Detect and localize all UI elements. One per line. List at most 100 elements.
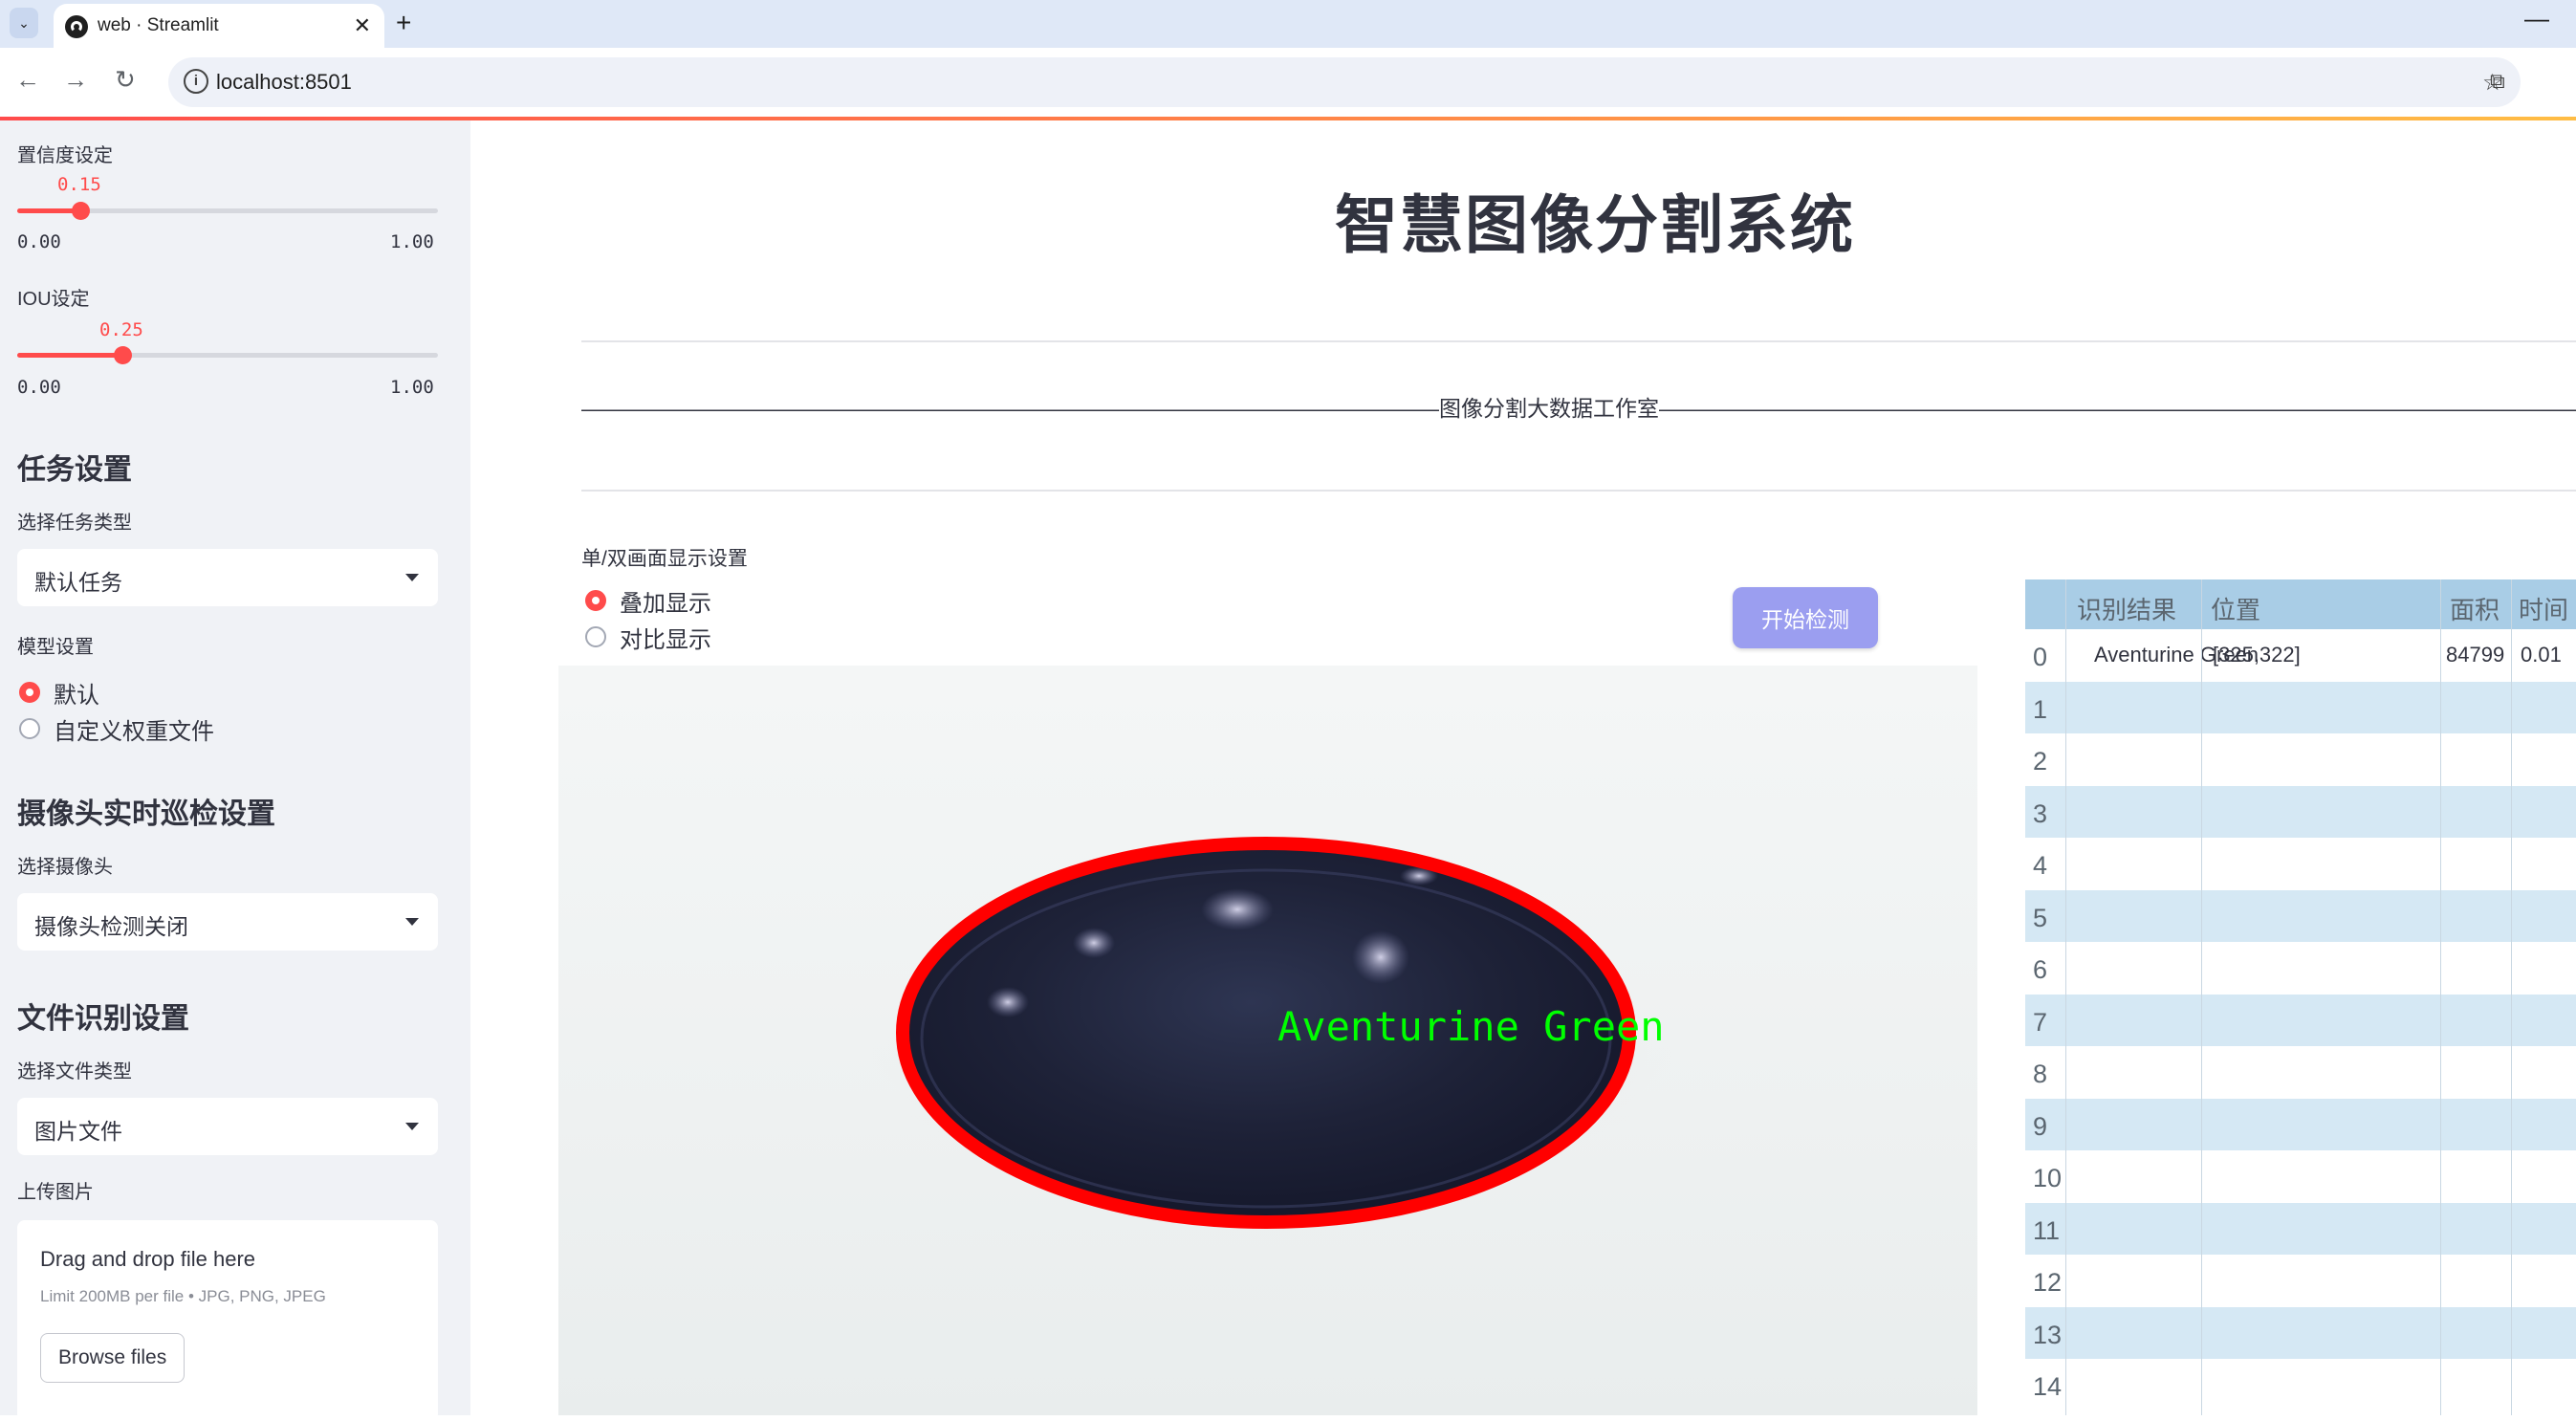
chevron-down-icon (405, 918, 419, 926)
row-index: 9 (2033, 1111, 2048, 1141)
row-index: 3 (2033, 798, 2048, 828)
column-divider (2065, 579, 2066, 1415)
table-header: 识别结果 位置 面积 时间 (2025, 579, 2576, 629)
confidence-min: 0.00 (17, 231, 61, 252)
table-row[interactable]: 10 (2025, 1150, 2576, 1202)
row-index: 7 (2033, 1007, 2048, 1037)
divider (581, 340, 2576, 342)
table-row[interactable]: 1 (2025, 681, 2576, 733)
row-index: 13 (2033, 1320, 2063, 1349)
confidence-slider[interactable] (17, 202, 438, 220)
cell-time[interactable]: 0.01 (2521, 643, 2562, 667)
divider (581, 490, 2576, 492)
model-option-label: 自定义权重文件 (54, 718, 214, 745)
iou-slider-fill (17, 353, 122, 358)
confidence-max: 1.00 (390, 231, 434, 252)
window-minimize-icon[interactable]: — (2524, 4, 2549, 33)
url-text[interactable]: localhost:8501 (216, 70, 352, 95)
display-radio-compare[interactable]: 对比显示 (585, 622, 711, 653)
table-row[interactable]: 3 (2025, 785, 2576, 838)
upload-limit: Limit 200MB per file • JPG, PNG, JPEG (40, 1287, 326, 1305)
table-row[interactable]: 2 (2025, 733, 2576, 785)
radio-selected-icon[interactable] (19, 682, 40, 703)
table-row[interactable]: 0 Aventurine Green [325,322] 84799 0.01 (2025, 629, 2576, 681)
translate-icon[interactable]: ⧉ (2490, 69, 2505, 94)
camera-value: 摄像头检测关闭 (34, 914, 188, 939)
column-divider (2201, 579, 2202, 1415)
row-index: 4 (2033, 851, 2048, 880)
browser-tab[interactable]: web · Streamlit ✕ (54, 4, 384, 48)
confidence-slider-thumb[interactable] (72, 202, 90, 220)
row-index: 11 (2033, 1215, 2061, 1245)
iou-slider-thumb[interactable] (114, 346, 132, 364)
table-row[interactable]: 12 (2025, 1255, 2576, 1306)
tab-search-button[interactable]: ⌄ (10, 8, 38, 38)
model-radio-custom[interactable]: 自定义权重文件 (19, 713, 214, 745)
display-option-label: 对比显示 (620, 626, 711, 653)
tab-close-icon[interactable]: ✕ (354, 13, 371, 38)
file-uploader-dropzone[interactable]: Drag and drop file here Limit 200MB per … (17, 1220, 438, 1421)
table-row[interactable]: 13 (2025, 1306, 2576, 1359)
chevron-down-icon (405, 1123, 419, 1130)
row-index: 1 (2033, 694, 2048, 724)
chevron-down-icon (405, 574, 419, 581)
column-header-time[interactable]: 时间 (2519, 591, 2568, 626)
start-detection-button[interactable]: 开始检测 (1733, 587, 1878, 648)
row-index: 12 (2033, 1268, 2063, 1297)
radio-unselected-icon[interactable] (19, 718, 40, 739)
display-radio-overlay[interactable]: 叠加显示 (585, 585, 711, 617)
cell-area[interactable]: 84799 (2446, 643, 2504, 667)
iou-value: 0.25 (99, 319, 143, 340)
camera-section-heading: 摄像头实时巡检设置 (17, 798, 275, 830)
column-header-result[interactable]: 识别结果 (2077, 591, 2176, 626)
results-table[interactable]: 识别结果 位置 面积 时间 0 Aventurine Green [325,322]… (2025, 579, 2576, 1415)
column-header-position[interactable]: 位置 (2211, 591, 2260, 626)
table-row[interactable]: 9 (2025, 1098, 2576, 1150)
reload-icon[interactable]: ↻ (115, 65, 136, 95)
column-divider (2440, 579, 2441, 1415)
task-type-label: 选择任务类型 (17, 513, 132, 534)
row-index: 14 (2033, 1372, 2063, 1401)
table-row[interactable]: 8 (2025, 1046, 2576, 1098)
task-section-heading: 任务设置 (17, 454, 132, 486)
table-row[interactable]: 14 (2025, 1359, 2576, 1410)
iou-min: 0.00 (17, 377, 61, 398)
column-divider (2511, 579, 2512, 1415)
back-arrow-icon[interactable]: ← (15, 65, 40, 95)
table-row[interactable]: 11 (2025, 1202, 2576, 1255)
row-index: 6 (2033, 955, 2048, 984)
page-title: 智慧图像分割系统 (1335, 189, 1855, 260)
row-index: 2 (2033, 747, 2048, 776)
camera-select[interactable]: 摄像头检测关闭 (17, 893, 438, 951)
browse-files-button[interactable]: Browse files (40, 1333, 186, 1383)
browser-tab-bar: ⌄ web · Streamlit ✕ + — (0, 0, 2576, 48)
streamlit-favicon-icon (65, 15, 88, 38)
model-radio-default[interactable]: 默认 (19, 677, 99, 709)
forward-arrow-icon[interactable]: → (63, 65, 88, 95)
browser-toolbar: ← → ↻ i localhost:8501 ☆ ⧉ (0, 48, 2576, 117)
upload-label: 上传图片 (17, 1182, 94, 1203)
row-index: 5 (2033, 903, 2048, 932)
table-row[interactable]: 4 (2025, 838, 2576, 889)
iou-slider[interactable] (17, 346, 438, 364)
address-bar[interactable]: i localhost:8501 ☆ (168, 57, 2521, 107)
file-type-select[interactable]: 图片文件 (17, 1098, 438, 1155)
site-info-icon[interactable]: i (184, 69, 208, 94)
task-type-select[interactable]: 默认任务 (17, 549, 438, 606)
file-type-value: 图片文件 (34, 1119, 122, 1144)
file-type-label: 选择文件类型 (17, 1061, 132, 1082)
row-index: 8 (2033, 1060, 2048, 1088)
column-header-area[interactable]: 面积 (2450, 591, 2500, 626)
table-row[interactable]: 5 (2025, 889, 2576, 942)
radio-unselected-icon[interactable] (585, 626, 606, 647)
confidence-label: 置信度设定 (17, 145, 113, 166)
new-tab-plus-icon[interactable]: + (396, 8, 411, 38)
cell-position[interactable]: [325,322] (2213, 643, 2301, 667)
studio-banner: ———————————————————————————————————————图… (581, 396, 2576, 421)
sidebar: 置信度设定 0.15 0.00 1.00 IOU设定 0.25 0.00 1.0… (0, 120, 470, 1421)
table-row[interactable]: 6 (2025, 942, 2576, 994)
table-row[interactable]: 7 (2025, 994, 2576, 1046)
iou-max: 1.00 (390, 377, 434, 398)
radio-selected-icon[interactable] (585, 590, 606, 611)
segmented-stone-image: Aventurine Green (869, 837, 1672, 1229)
